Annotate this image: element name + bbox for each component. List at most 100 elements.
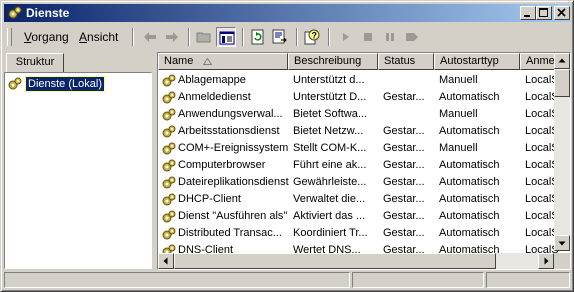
cell-desc: Bietet Softwa... xyxy=(293,108,367,120)
table-row[interactable]: COM+-Ereignissystem Stellt COM-K... Gestar… xyxy=(158,140,559,157)
arrow-right-icon xyxy=(166,32,178,42)
services-gear-icon xyxy=(8,77,22,90)
svg-text:?: ? xyxy=(312,31,318,41)
cell-name: Anmeldedienst xyxy=(178,91,251,103)
cell-name: COM+-Ereignissystem xyxy=(178,142,289,154)
pause-service-button[interactable] xyxy=(380,27,400,47)
stop-service-button[interactable] xyxy=(358,27,378,47)
column-header-beschreibung[interactable]: Beschreibung xyxy=(288,53,378,70)
column-header-status[interactable]: Status xyxy=(378,53,434,70)
help-button[interactable]: ? xyxy=(302,27,322,47)
toolbar-separator xyxy=(132,28,134,46)
cell-status: Gestar... xyxy=(383,159,425,171)
menu-grip[interactable] xyxy=(7,28,12,46)
forward-button[interactable] xyxy=(162,27,182,47)
stop-icon xyxy=(364,33,372,41)
cell-desc: Bietet Netzw... xyxy=(293,125,364,137)
maximize-button[interactable] xyxy=(536,6,552,20)
toolbar-separator xyxy=(296,28,298,46)
start-service-button[interactable] xyxy=(336,27,356,47)
table-row[interactable]: Anmeldedienst Unterstützt D... Gestar... Au… xyxy=(158,89,559,106)
vertical-scrollbar[interactable] xyxy=(554,53,570,251)
arrow-right-icon xyxy=(544,257,549,265)
cell-status: Gestar... xyxy=(383,125,425,137)
menu-toolbar: Vorgang Ansicht ? xyxy=(4,25,570,49)
sort-ascending-icon xyxy=(203,58,212,65)
cell-start: Manuell xyxy=(439,108,478,120)
table-row[interactable]: Dateireplikationsdienst Gewährleiste... Ge… xyxy=(158,174,559,191)
arrow-up-icon xyxy=(558,58,566,63)
scroll-left-button[interactable] xyxy=(158,253,174,269)
restart-service-button[interactable] xyxy=(402,27,422,47)
tree-item-label: Dienste (Lokal) xyxy=(25,76,105,92)
arrow-left-icon xyxy=(163,257,168,265)
cell-name: Anwendungsverwal... xyxy=(178,108,283,120)
status-pane-2 xyxy=(352,272,484,288)
play-icon xyxy=(343,33,349,41)
console-tree-icon xyxy=(219,31,235,45)
services-window: Dienste Vorgang Ansicht ? Struktur Diens… xyxy=(0,0,574,292)
back-button[interactable] xyxy=(140,27,160,47)
scroll-down-button[interactable] xyxy=(554,235,570,251)
cell-start: Automatisch xyxy=(439,210,500,222)
cell-desc: Führt eine ak... xyxy=(293,159,367,171)
cell-desc: Unterstützt d... xyxy=(293,74,365,86)
cell-status: Gestar... xyxy=(383,227,425,239)
table-row[interactable]: DHCP-Client Verwaltet die... Gestar... Auto… xyxy=(158,191,559,208)
export-list-button[interactable] xyxy=(270,27,290,47)
arrow-left-icon xyxy=(144,32,156,42)
show-tree-button[interactable] xyxy=(216,27,236,47)
cell-desc: Gewährleiste... xyxy=(293,176,367,188)
pause-icon xyxy=(386,33,394,41)
minimize-button[interactable] xyxy=(520,6,536,20)
horizontal-scroll-thumb[interactable] xyxy=(174,253,496,269)
menu-vorgang[interactable]: Vorgang xyxy=(24,30,69,44)
folder-up-icon xyxy=(196,32,211,43)
cell-start: Automatisch xyxy=(439,227,500,239)
scroll-right-button[interactable] xyxy=(538,253,554,269)
cell-name: DHCP-Client xyxy=(178,193,241,205)
table-row[interactable]: Anwendungsverwal... Bietet Softwa... Manue… xyxy=(158,106,559,123)
cell-start: Automatisch xyxy=(439,193,500,205)
table-row[interactable]: Distributed Transac... Koordiniert Tr... G… xyxy=(158,225,559,242)
status-pane-3 xyxy=(486,272,570,288)
title-bar[interactable]: Dienste xyxy=(4,4,570,22)
cell-status: Gestar... xyxy=(383,210,425,222)
toolbar-separator xyxy=(328,28,330,46)
status-pane-main xyxy=(4,272,350,288)
column-header-autostarttyp[interactable]: Autostarttyp xyxy=(434,53,520,70)
cell-name: Computerbrowser xyxy=(178,159,266,171)
table-row[interactable]: Computerbrowser Führt eine ak... Gestar...… xyxy=(158,157,559,174)
services-gear-icon xyxy=(7,5,23,21)
table-row[interactable]: Arbeitsstationsdienst Bietet Netzw... Gest… xyxy=(158,123,559,140)
tree-panel: Struktur Dienste (Lokal) xyxy=(4,51,152,269)
menu-ansicht[interactable]: Ansicht xyxy=(79,30,118,44)
cell-start: Automatisch xyxy=(439,159,500,171)
cell-desc: Unterstützt D... xyxy=(293,91,367,103)
pane-splitter[interactable] xyxy=(153,51,156,269)
cell-start: Automatisch xyxy=(439,176,500,188)
column-header-name[interactable]: Name xyxy=(158,53,288,70)
horizontal-scrollbar[interactable] xyxy=(158,253,554,269)
cell-status: Gestar... xyxy=(383,176,425,188)
tab-struktur[interactable]: Struktur xyxy=(6,53,64,73)
cell-desc: Aktiviert das ... xyxy=(293,210,366,222)
help-icon: ? xyxy=(304,29,320,45)
cell-status: Gestar... xyxy=(383,193,425,205)
status-bar xyxy=(4,271,570,289)
console-tree[interactable]: Dienste (Lokal) xyxy=(4,72,152,269)
close-button[interactable] xyxy=(554,6,570,20)
cell-name: Ablagemappe xyxy=(178,74,246,86)
table-row[interactable]: Dienst "Ausführen als" Aktiviert das ... G… xyxy=(158,208,559,225)
cell-name: Dateireplikationsdienst xyxy=(178,176,289,188)
refresh-icon xyxy=(251,29,264,45)
window-title: Dienste xyxy=(26,6,70,20)
scroll-up-button[interactable] xyxy=(554,53,570,69)
table-row[interactable]: Ablagemappe Unterstützt d... Manuell LocalS xyxy=(158,72,559,89)
vertical-scroll-thumb[interactable] xyxy=(554,69,570,97)
maximize-icon xyxy=(539,8,548,17)
cell-desc: Verwaltet die... xyxy=(293,193,366,205)
up-folder-button[interactable] xyxy=(194,27,214,47)
refresh-button[interactable] xyxy=(248,27,268,47)
cell-desc: Stellt COM-K... xyxy=(293,142,367,154)
